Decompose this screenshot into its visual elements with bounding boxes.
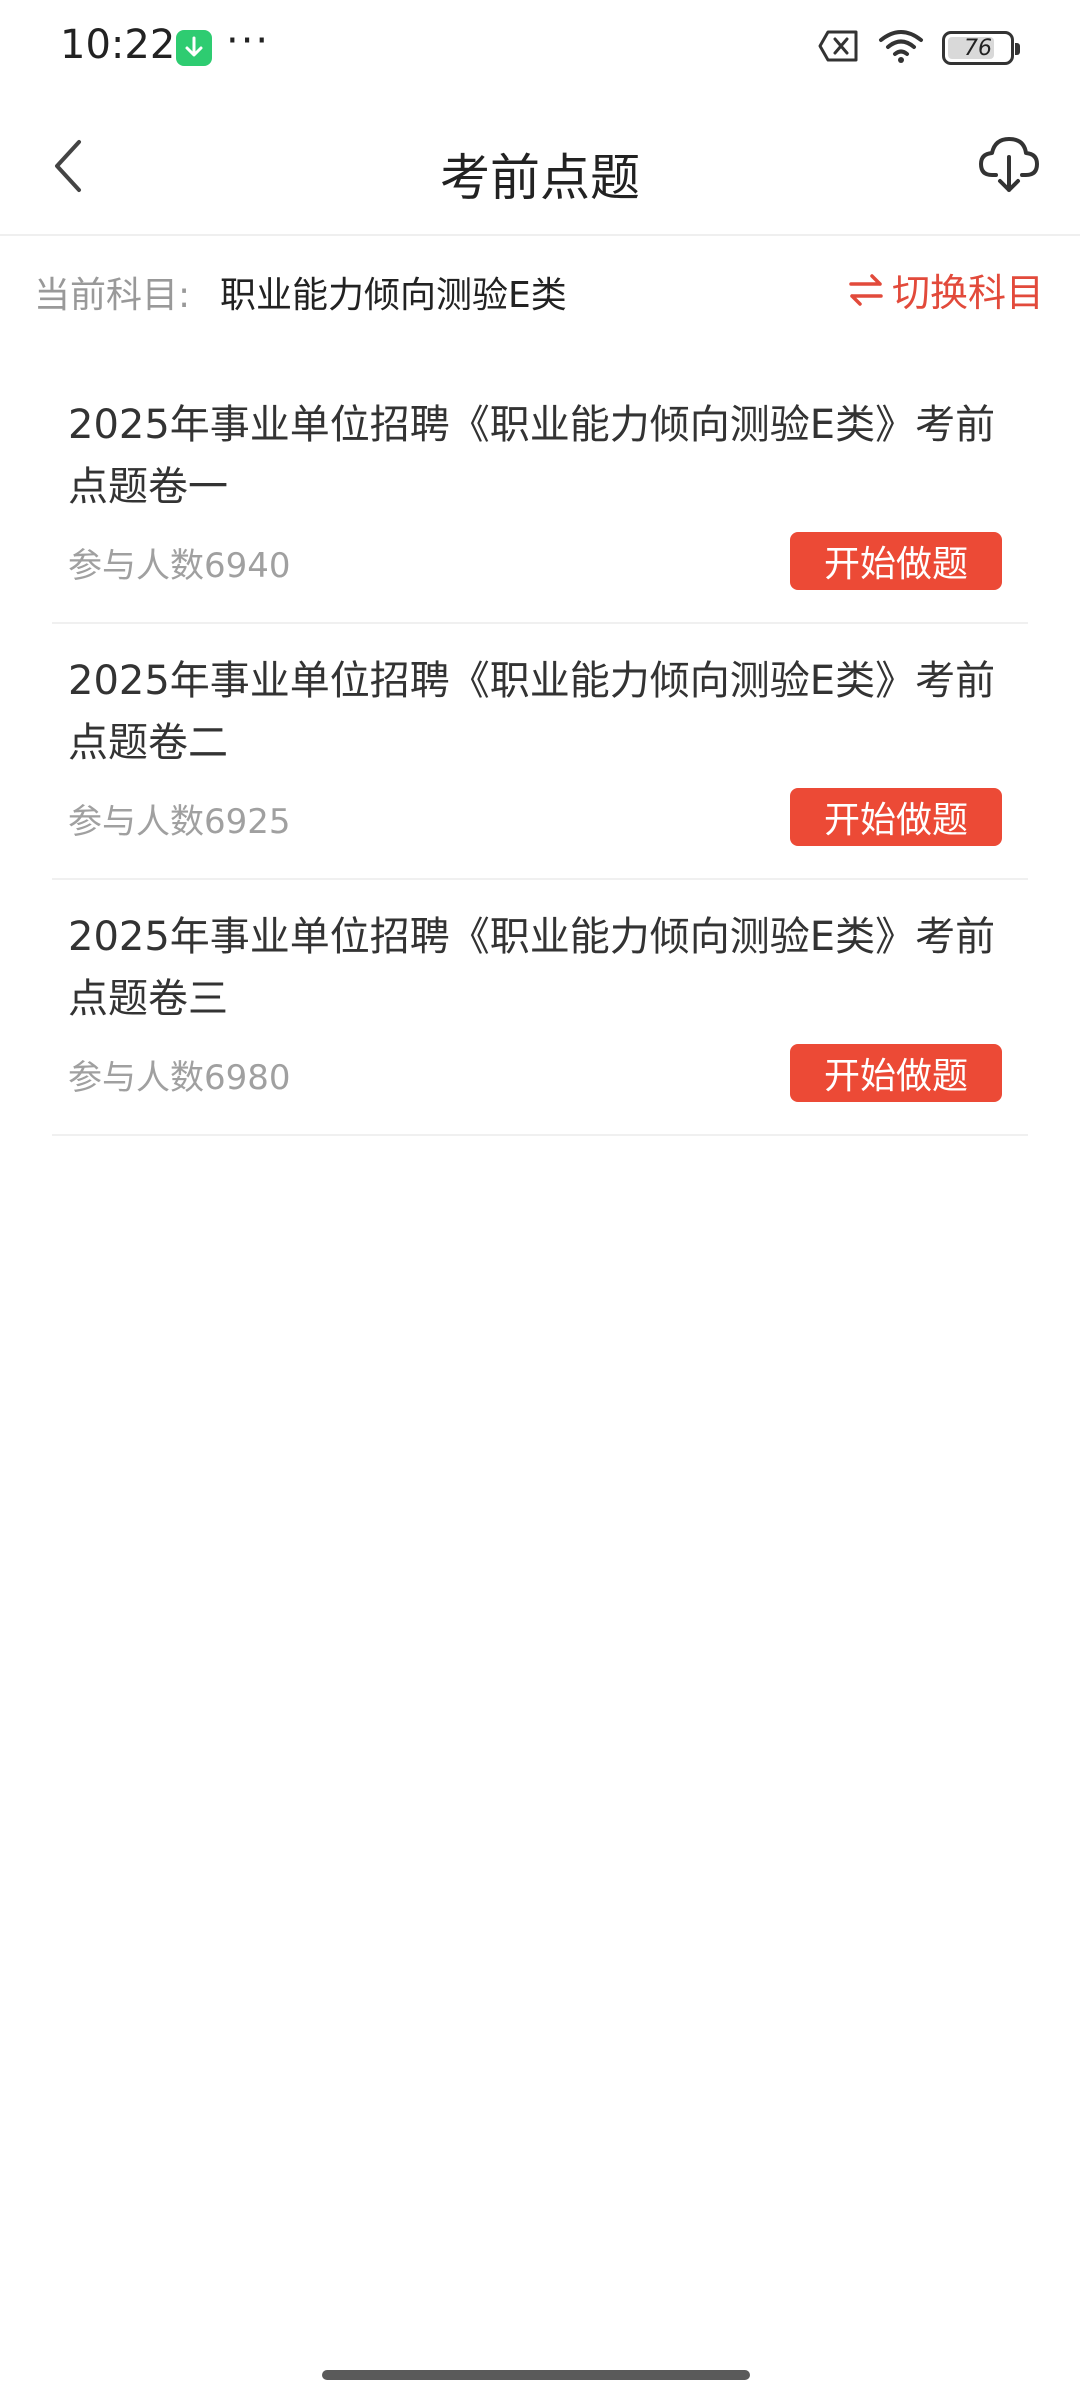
download-button[interactable] <box>976 132 1042 198</box>
subject-row: 当前科目: 职业能力倾向测验E类 切换科目 <box>0 238 1080 338</box>
download-notification-icon <box>176 30 212 66</box>
start-quiz-button[interactable]: 开始做题 <box>790 532 1002 590</box>
battery-tip <box>1015 43 1020 55</box>
status-more-icon: ··· <box>226 18 271 64</box>
subject-value: 职业能力倾向测验E类 <box>220 275 567 316</box>
paper-title: 2025年事业单位招聘《职业能力倾向测验E类》考前点题卷三 <box>68 914 996 1022</box>
list-item[interactable]: 2025年事业单位招聘《职业能力倾向测验E类》考前点题卷一 参与人数6940 开… <box>52 368 1028 624</box>
home-indicator[interactable] <box>322 2370 750 2380</box>
status-indicators: 76 <box>818 28 1020 68</box>
switch-subject-button[interactable]: 切换科目 <box>848 262 1044 317</box>
cloud-download-icon <box>979 137 1039 192</box>
participant-count: 参与人数6925 <box>68 802 291 842</box>
page-title: 考前点题 <box>440 149 640 207</box>
swap-arrows-icon <box>849 273 883 306</box>
wifi-icon <box>878 28 924 68</box>
sim-no-signal-icon <box>818 29 860 67</box>
battery-icon: 76 <box>942 31 1020 65</box>
status-bar: 10:22 ··· 76 <box>0 0 1080 96</box>
paper-title: 2025年事业单位招聘《职业能力倾向测验E类》考前点题卷二 <box>68 658 996 766</box>
nav-bar: 考前点题 <box>0 96 1080 236</box>
status-time: 10:22 <box>60 22 176 68</box>
participant-count: 参与人数6980 <box>68 1058 291 1098</box>
start-quiz-button[interactable]: 开始做题 <box>790 1044 1002 1102</box>
list-item[interactable]: 2025年事业单位招聘《职业能力倾向测验E类》考前点题卷二 参与人数6925 开… <box>52 624 1028 880</box>
switch-subject-label: 切换科目 <box>891 271 1044 315</box>
participant-count: 参与人数6940 <box>68 546 291 586</box>
paper-title: 2025年事业单位招聘《职业能力倾向测验E类》考前点题卷一 <box>68 402 996 510</box>
start-quiz-button[interactable]: 开始做题 <box>790 788 1002 846</box>
paper-list: 2025年事业单位招聘《职业能力倾向测验E类》考前点题卷一 参与人数6940 开… <box>52 368 1028 1136</box>
list-item[interactable]: 2025年事业单位招聘《职业能力倾向测验E类》考前点题卷三 参与人数6980 开… <box>52 880 1028 1136</box>
battery-level: 76 <box>964 35 992 61</box>
subject-label: 当前科目: <box>34 275 191 316</box>
